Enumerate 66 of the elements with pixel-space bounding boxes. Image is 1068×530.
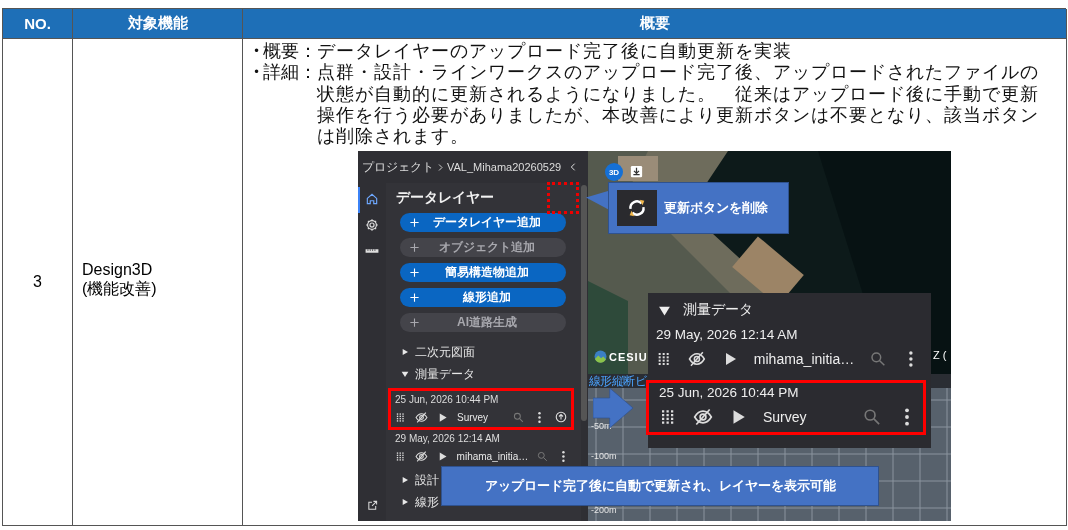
axis-label: -200m bbox=[591, 505, 617, 516]
eye-off-icon[interactable] bbox=[414, 450, 428, 463]
collapse-triangle-icon[interactable] bbox=[658, 304, 671, 317]
external-link-icon[interactable] bbox=[366, 500, 378, 512]
collapse-triangle-icon[interactable] bbox=[401, 370, 409, 379]
tree-node[interactable]: 線形 bbox=[415, 494, 439, 511]
callout-text: 更新ボタンを削除 bbox=[664, 199, 768, 218]
removed-marker bbox=[547, 182, 579, 215]
search-icon[interactable] bbox=[537, 451, 549, 462]
layer-name: mihama_initia… bbox=[753, 351, 855, 368]
layer-date: 29 May, 2026 12:14 AM bbox=[656, 326, 799, 344]
download-icon[interactable] bbox=[629, 164, 644, 180]
plus-icon bbox=[409, 217, 420, 229]
layer-date: 25 Jun, 2026 10:44 PM bbox=[395, 393, 500, 407]
eye-off-icon[interactable] bbox=[693, 407, 713, 428]
column-header: 概要 bbox=[243, 9, 1067, 39]
search-icon[interactable] bbox=[513, 412, 524, 423]
layer-date: 29 May, 2026 12:14 AM bbox=[395, 432, 501, 446]
column-header: NO. bbox=[3, 9, 73, 39]
attribution-text: CESIU bbox=[609, 351, 648, 363]
bullet-label: 詳細： bbox=[263, 62, 317, 85]
tree-node[interactable]: 測量データ bbox=[683, 301, 753, 320]
bullet-text: データレイヤーのアップロード完了後に自動更新を実装 bbox=[317, 41, 793, 62]
plus-icon bbox=[409, 267, 420, 279]
expand-triangle-icon[interactable] bbox=[401, 476, 409, 485]
settings-icon[interactable] bbox=[365, 218, 379, 233]
column-header: 対象機能 bbox=[73, 9, 243, 39]
breadcrumb-link[interactable]: プロジェクト bbox=[362, 159, 434, 176]
bullet-text: 点群・設計・ラインワークスのアップロード完了後、アップロードされたファイルの状態が自動的に更新されるようになりました。 従来はアップロード後に手動で更新操作を行う必要がありましたが、本改善により更新ボタンは不要となり、該当ボタンは削除されます。 bbox=[317, 62, 1040, 148]
layer-name: Survey bbox=[763, 409, 808, 426]
chevron-right-icon bbox=[436, 163, 445, 172]
panel-title: データレイヤー bbox=[396, 189, 494, 208]
axis-label: -100m bbox=[591, 451, 617, 462]
plus-icon bbox=[409, 317, 420, 329]
expand-triangle-icon[interactable] bbox=[401, 498, 409, 507]
search-icon[interactable] bbox=[863, 408, 881, 427]
search-icon[interactable] bbox=[870, 350, 887, 369]
map-label: Z ( bbox=[933, 349, 947, 362]
bullet-icon: • bbox=[253, 62, 263, 148]
feature-text: (機能改善) bbox=[82, 279, 158, 298]
eye-off-icon[interactable] bbox=[415, 411, 428, 424]
grip-icon[interactable] bbox=[395, 412, 406, 423]
layer-date: 25 Jun, 2026 10:44 PM bbox=[659, 384, 800, 402]
add-button[interactable]: データレイヤー追加 bbox=[400, 213, 566, 233]
feature-text: Design3D bbox=[82, 260, 154, 279]
play-icon[interactable] bbox=[437, 412, 448, 423]
add-button[interactable]: 簡易構造物追加 bbox=[400, 263, 566, 283]
upload-icon[interactable] bbox=[555, 411, 567, 424]
grip-icon[interactable] bbox=[395, 451, 406, 462]
add-button[interactable]: 線形追加 bbox=[400, 288, 566, 308]
home-icon[interactable] bbox=[365, 192, 379, 207]
tree-node[interactable]: 測量データ bbox=[415, 366, 475, 383]
project-name: VAL_Mihama20260529 bbox=[447, 161, 562, 174]
plus-icon bbox=[409, 292, 420, 304]
plus-icon bbox=[409, 242, 420, 254]
tree-node[interactable]: 二次元図面 bbox=[415, 344, 475, 361]
callout: アップロード完了後に自動で更新され、レイヤーを表示可能 bbox=[441, 466, 879, 507]
globe-logo-icon bbox=[594, 350, 607, 364]
layer-name: Survey bbox=[457, 412, 490, 423]
expand-triangle-icon[interactable] bbox=[401, 348, 409, 357]
scrollbar[interactable] bbox=[581, 185, 587, 422]
bullet-icon: • bbox=[253, 41, 263, 63]
layer-name: mihama_initia… bbox=[456, 451, 529, 462]
tree-node[interactable]: 設計 bbox=[415, 472, 439, 489]
table-cell: 3 bbox=[3, 39, 73, 526]
bullet-label: 概要： bbox=[263, 41, 317, 63]
